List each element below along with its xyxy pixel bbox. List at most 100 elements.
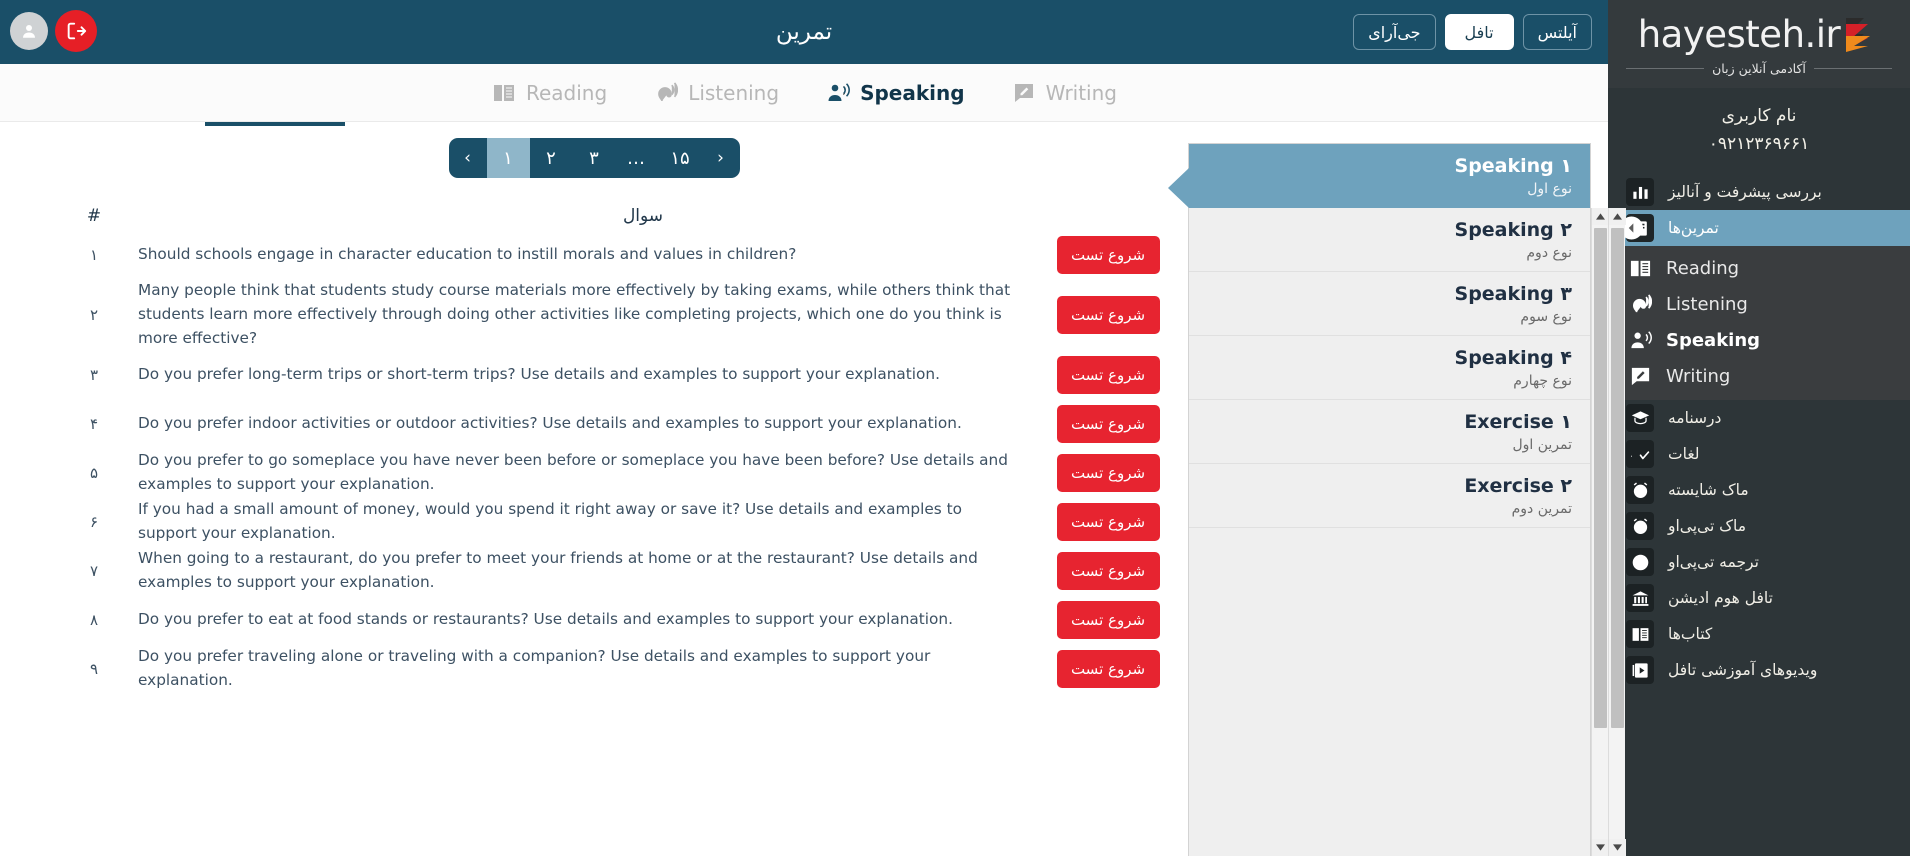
tab-label-listening: Listening (688, 80, 780, 105)
exam-button-toefl[interactable]: تافل (1444, 14, 1514, 50)
pagination-page-1[interactable]: ۱ (486, 138, 530, 178)
svg-text:A: A (1631, 446, 1632, 459)
exam-button-ielts[interactable]: آیلتس (1522, 14, 1592, 50)
question-number: ۹ (89, 660, 99, 679)
pagination-page-2[interactable]: ۲ (530, 138, 573, 178)
start-test-button[interactable]: شروع تست (1056, 454, 1160, 493)
table-row: شروع تست If you had a small amount of mo… (0, 498, 1188, 547)
sidebar-label-tpo-translation: ترجمه تی‌پی‌او (1668, 553, 1759, 571)
sidebar-item-toefl-videos[interactable]: ویدیوهای آموزشی تافل (1608, 652, 1910, 688)
column-header-number: # (86, 206, 102, 226)
sidebar-item-vocabulary[interactable]: لغات A (1608, 436, 1910, 472)
question-number: ۵ (89, 464, 99, 483)
list-item[interactable]: Speaking ۳ نوع سوم (1189, 272, 1590, 336)
triangle-down-icon (1613, 844, 1622, 851)
list-item[interactable]: Speaking ۴ نوع چهارم (1189, 336, 1590, 400)
scroll-down-button[interactable] (1592, 839, 1609, 856)
sidebar-item-mock-shayesteh[interactable]: ماک شایسته (1608, 472, 1910, 508)
question-text: If you had a small amount of money, woul… (138, 500, 962, 543)
start-test-button[interactable]: شروع تست (1056, 405, 1160, 444)
sidebar-item-listening[interactable]: Listening (1608, 286, 1910, 322)
sidebar-label-listening: Listening (1666, 293, 1748, 315)
sidebar-item-progress-analysis[interactable]: بررسی پیشرفت و آنالیز (1608, 174, 1910, 210)
sidebar-label-toefl-home-edition: تافل هوم ادیشن (1668, 589, 1773, 607)
list-item[interactable]: Speaking ۱ نوع اول (1189, 144, 1590, 208)
sidebar-scrollbar-thumb[interactable] (1611, 228, 1624, 728)
sidebar-item-reading[interactable]: Reading (1608, 250, 1910, 286)
list-item-title: Speaking ۳ (1454, 283, 1572, 305)
question-text: Should schools engage in character educa… (138, 244, 797, 263)
pagination-page-3[interactable]: ۳ (573, 138, 616, 178)
reading-icon (491, 80, 517, 106)
start-test-button[interactable]: شروع تست (1056, 650, 1160, 689)
tab-label-reading: Reading (526, 80, 608, 105)
sidebar-scroll-down-button[interactable] (1609, 839, 1626, 856)
scrollbar-thumb[interactable] (1594, 228, 1607, 728)
active-list-item-pointer (1168, 168, 1189, 208)
tab-writing[interactable]: Writing (1005, 76, 1123, 110)
start-test-button[interactable]: شروع تست (1056, 601, 1160, 640)
list-item[interactable]: Exercise ۱ تمرین اول (1189, 400, 1590, 464)
tab-speaking[interactable]: Speaking (819, 76, 971, 110)
start-test-button[interactable]: شروع تست (1056, 552, 1160, 591)
list-item[interactable]: Exercise ۲ تمرین دوم (1189, 464, 1590, 528)
sidebar-item-toefl-home-edition[interactable]: تافل هوم ادیشن (1608, 580, 1910, 616)
start-test-button[interactable]: شروع تست (1056, 356, 1160, 395)
pagination-wrap: ‹ ۱ ۲ ۳ … ۱۵ › (0, 122, 1188, 178)
triangle-down-icon (1596, 844, 1605, 851)
pagination-ellipsis: … (627, 147, 647, 169)
sidebar-item-books[interactable]: کتاب‌ها (1608, 616, 1910, 652)
sidebar-item-mock-tpo[interactable]: ماک تی‌پی‌او (1608, 508, 1910, 544)
sidebar-item-speaking[interactable]: Speaking (1608, 322, 1910, 358)
sidebar-scrollbar[interactable] (1608, 208, 1626, 856)
triangle-up-icon (1613, 213, 1622, 220)
question-text: When going to a restaurant, do you prefe… (138, 549, 978, 592)
list-item-subtitle: تمرین دوم (1511, 501, 1572, 517)
app-root: تمرین آیلتس تافل جی‌آرای Writing (0, 0, 1910, 856)
column-header-question: سوال (622, 206, 664, 226)
start-test-button[interactable]: شروع تست (1056, 503, 1160, 542)
right-sidebar: hayesteh.ir آکادمی آنلاین زبان نام کاربر… (1608, 0, 1910, 856)
start-test-button[interactable]: شروع تست (1056, 235, 1160, 274)
table-row: شروع تست Do you prefer to eat at food st… (0, 596, 1188, 645)
pagination-prev[interactable]: ‹ (449, 138, 487, 178)
start-test-button[interactable]: شروع تست (1056, 295, 1160, 334)
brand-tagline-row: آکادمی آنلاین زبان (1626, 61, 1892, 76)
list-item-title: Speaking ۲ (1454, 219, 1572, 241)
sidebar-item-lessons[interactable]: درسنامه (1608, 400, 1910, 436)
active-tab-underline (205, 122, 345, 126)
top-bar: تمرین آیلتس تافل جی‌آرای (0, 0, 1608, 64)
table-row: شروع تست Many people think that students… (0, 279, 1188, 351)
sidebar-item-exercises[interactable]: تمرین‌ها (1608, 210, 1910, 246)
exam-button-gre[interactable]: جی‌آرای (1353, 14, 1436, 50)
pagination-next[interactable]: › (702, 138, 740, 178)
question-text: Do you prefer traveling alone or traveli… (138, 647, 931, 690)
start-test-cell: شروع تست (1036, 356, 1180, 395)
question-text: Do you prefer to go someplace you have n… (138, 451, 1008, 494)
scroll-up-button[interactable] (1592, 208, 1609, 225)
table-row: شروع تست Do you prefer indoor activities… (0, 400, 1188, 449)
page-scrollbar[interactable] (1591, 208, 1609, 856)
globe-icon (1626, 548, 1654, 576)
sidebar-item-tpo-translation[interactable]: ترجمه تی‌پی‌او (1608, 544, 1910, 580)
tab-label-speaking: Speaking (860, 80, 965, 105)
pagination: ‹ ۱ ۲ ۳ … ۱۵ › (448, 138, 740, 178)
alarm-clock-icon (1626, 476, 1654, 504)
brand-mark-icon (1844, 14, 1880, 54)
tab-reading[interactable]: Reading (485, 76, 613, 110)
list-item-title: Exercise ۲ (1464, 475, 1572, 497)
sidebar-scroll-up-button[interactable] (1609, 208, 1626, 225)
list-item[interactable]: Speaking ۲ نوع دوم (1189, 208, 1590, 272)
sidebar-item-writing[interactable]: Writing (1608, 358, 1910, 394)
triangle-up-icon (1596, 213, 1605, 220)
questions-table: سوال # شروع تست Should schools engage in… (0, 202, 1188, 694)
question-number: ۸ (89, 611, 99, 630)
list-item-subtitle: تمرین اول (1512, 437, 1572, 453)
pagination-page-15[interactable]: ۱۵ (659, 138, 702, 178)
brand-logo-block: hayesteh.ir آکادمی آنلاین زبان (1608, 0, 1910, 88)
tab-listening[interactable]: Listening (647, 76, 785, 110)
sidebar-label-writing: Writing (1666, 365, 1731, 387)
start-test-cell: شروع تست (1036, 295, 1180, 334)
exam-type-switcher: آیلتس تافل جی‌آرای (1353, 14, 1592, 50)
question-number: ۷ (89, 562, 99, 581)
